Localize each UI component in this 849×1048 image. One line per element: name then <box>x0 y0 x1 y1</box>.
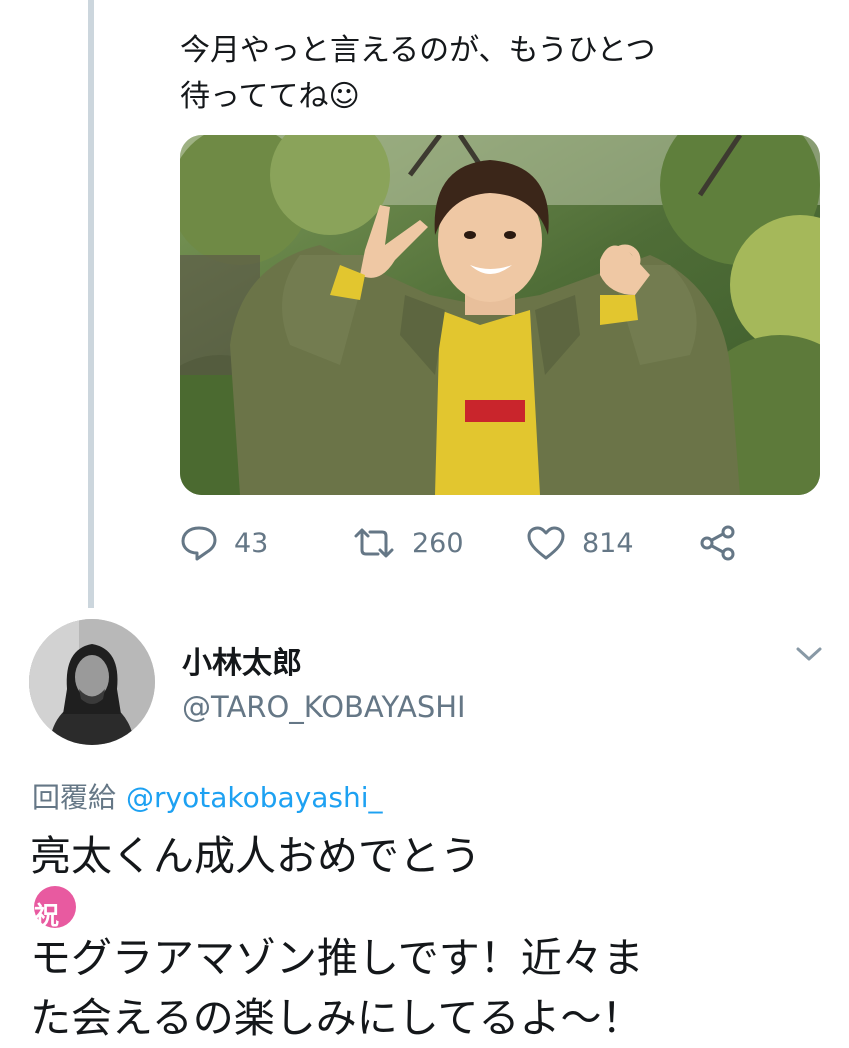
reply-context: 回覆給 @ryotakobayashi_ <box>32 776 383 816</box>
user-handle[interactable]: @TARO_KOBAYASHI <box>182 690 466 724</box>
tweet-photo[interactable] <box>180 135 820 495</box>
reply-count: 43 <box>234 527 269 559</box>
thread-connector-line <box>88 0 94 608</box>
like-count: 814 <box>582 527 634 559</box>
more-options-button[interactable] <box>792 640 826 668</box>
reply-text-line-1: 亮太くん成人おめでとう <box>30 832 481 880</box>
reply-tweet-text: 亮太くん成人おめでとう祝 モグラアマゾン推しです！近々ま た会えるの楽しみにして… <box>30 826 830 1048</box>
tweet-actions: 43 260 814 <box>180 518 760 568</box>
display-name[interactable]: 小林太郎 <box>182 638 302 682</box>
tweet-text-line: 今月やっと言えるのが、もうひとつ <box>180 33 656 68</box>
retweet-icon <box>352 526 396 560</box>
avatar-image <box>29 619 155 745</box>
retweet-count: 260 <box>412 527 464 559</box>
photo-illustration <box>180 135 820 495</box>
share-icon <box>698 524 738 562</box>
celebration-emoji-icon: 祝 <box>34 886 76 930</box>
reply-text-line: 亮太くん成人おめでとう祝 <box>30 826 830 930</box>
tweet-text: 今月やっと言えるのが、もうひとつ 待っててね☺ <box>180 28 820 120</box>
retweet-button[interactable]: 260 <box>352 518 464 568</box>
chevron-down-icon <box>792 647 826 672</box>
heart-icon <box>526 525 566 561</box>
reply-text-line-2: モグラアマゾン推しです！近々ま <box>30 934 644 982</box>
reply-button[interactable]: 43 <box>180 518 268 568</box>
avatar[interactable] <box>29 619 155 745</box>
reply-icon <box>180 525 218 561</box>
like-button[interactable]: 814 <box>526 518 634 568</box>
tweet-text-line: 待っててね☺ <box>180 79 360 114</box>
reply-prefix: 回覆給 <box>32 781 117 814</box>
share-button[interactable] <box>698 518 738 568</box>
reply-mention-link[interactable]: @ryotakobayashi_ <box>126 781 382 814</box>
reply-text-line-3: た会えるの楽しみにしてるよ〜！ <box>30 994 643 1042</box>
